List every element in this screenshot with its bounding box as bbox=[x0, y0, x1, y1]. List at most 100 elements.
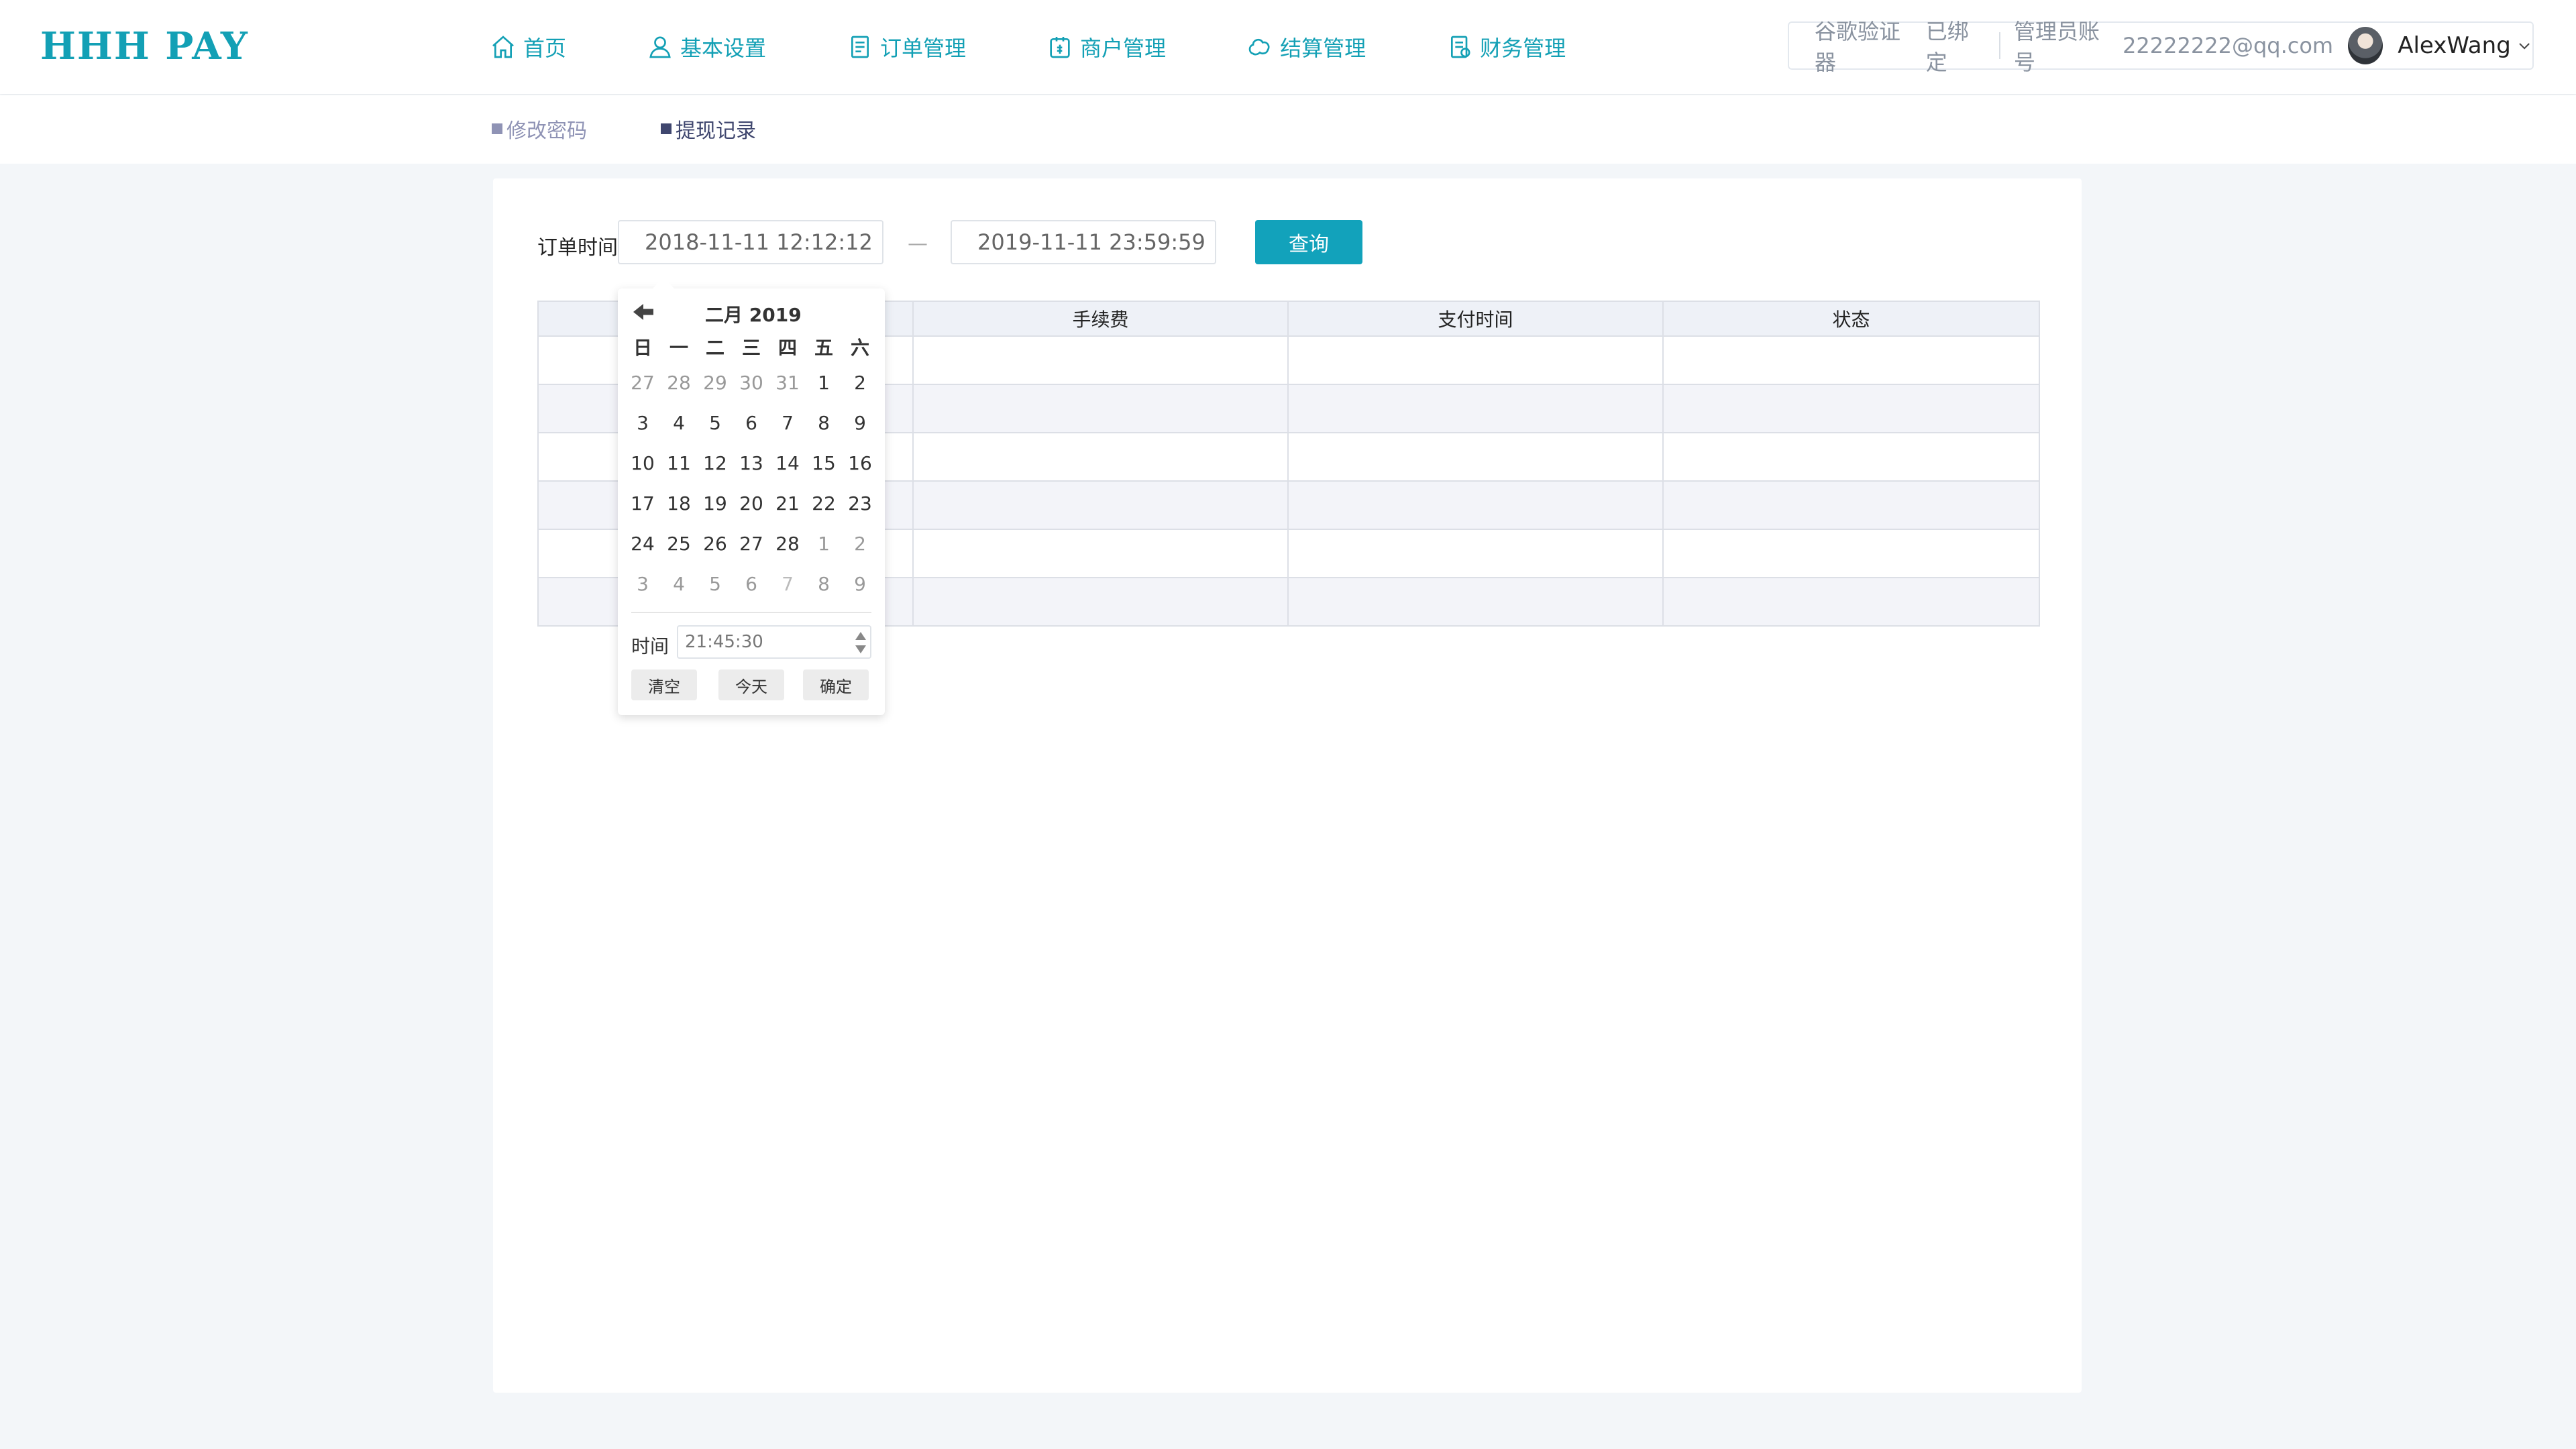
nav-item-home[interactable]: 首页 bbox=[490, 31, 566, 63]
calendar-day[interactable]: 2 bbox=[842, 533, 878, 555]
weekday-label: 六 bbox=[850, 337, 869, 359]
calendar-day[interactable]: 26 bbox=[697, 533, 733, 555]
calendar-day[interactable]: 6 bbox=[733, 412, 769, 434]
settlement-icon bbox=[1248, 38, 1270, 56]
time-spinner-icon[interactable] bbox=[854, 629, 867, 656]
calendar-day[interactable]: 16 bbox=[842, 452, 878, 474]
calendar-day[interactable]: 1 bbox=[806, 372, 842, 394]
table-cell bbox=[1289, 337, 1664, 384]
nav-label: 财务管理 bbox=[1480, 36, 1566, 61]
calendar-day[interactable]: 8 bbox=[806, 573, 842, 595]
clear-button[interactable]: 清空 bbox=[631, 669, 697, 700]
calendar-day[interactable]: 2 bbox=[842, 372, 878, 394]
calendar-day[interactable]: 6 bbox=[733, 573, 769, 595]
today-button[interactable]: 今天 bbox=[718, 669, 784, 700]
nav-item-basic-settings[interactable]: 基本设置 bbox=[647, 31, 766, 63]
user-info-box: 谷歌验证器 已绑定 管理员账号 22222222@qq.com AlexWang bbox=[1788, 19, 2534, 75]
calendar-day[interactable]: 27 bbox=[625, 372, 661, 394]
table-cell bbox=[1289, 578, 1664, 625]
subnav-label: 修改密码 bbox=[506, 119, 587, 143]
calendar-day[interactable]: 17 bbox=[625, 492, 661, 515]
subnav-change-password[interactable]: 修改密码 bbox=[492, 113, 587, 145]
confirm-button[interactable]: 确定 bbox=[803, 669, 869, 700]
table-cell bbox=[914, 337, 1289, 384]
calendar-day[interactable]: 30 bbox=[733, 372, 769, 394]
calendar-day[interactable]: 28 bbox=[661, 372, 697, 394]
calendar-week: 3 4 5 6 7 8 9 bbox=[625, 564, 878, 604]
top-header: HHH PAY 首页 基本设置 订单管理 商户管理 结算管理 财务管理 谷歌验证… bbox=[0, 0, 2576, 94]
column-header: 状态 bbox=[1832, 309, 1870, 331]
arrow-left-icon[interactable] bbox=[631, 302, 655, 322]
logo[interactable]: HHH PAY bbox=[40, 24, 249, 68]
calendar-day[interactable]: 13 bbox=[733, 452, 769, 474]
avatar[interactable] bbox=[2348, 27, 2383, 64]
calendar-day[interactable]: 9 bbox=[842, 412, 878, 434]
calendar-day[interactable]: 15 bbox=[806, 452, 842, 474]
calendar-day[interactable]: 24 bbox=[625, 533, 661, 555]
table-cell bbox=[1664, 482, 2039, 529]
calendar-day[interactable]: 3 bbox=[625, 412, 661, 434]
weekday-label: 日 bbox=[633, 337, 652, 359]
calendar-day[interactable]: 27 bbox=[733, 533, 769, 555]
table-cell bbox=[914, 530, 1289, 577]
table-cell bbox=[914, 482, 1289, 529]
subnav-withdraw-records[interactable]: 提现记录 bbox=[661, 113, 756, 145]
nav-label: 首页 bbox=[523, 36, 567, 61]
subnav-label: 提现记录 bbox=[676, 119, 756, 143]
calendar-day[interactable]: 4 bbox=[661, 573, 697, 595]
nav-item-merchant-management[interactable]: 商户管理 bbox=[1046, 31, 1166, 63]
calendar-day[interactable]: 31 bbox=[769, 372, 806, 394]
calendar-day[interactable]: 8 bbox=[806, 412, 842, 434]
calendar-day[interactable]: 28 bbox=[769, 533, 806, 555]
square-bullet-icon bbox=[492, 123, 502, 134]
nav-item-settlement-management[interactable]: 结算管理 bbox=[1246, 31, 1366, 63]
calendar-day[interactable]: 25 bbox=[661, 533, 697, 555]
admin-account-label: 管理员账号 bbox=[2014, 19, 2100, 75]
calendar-day[interactable]: 18 bbox=[661, 492, 697, 515]
calendar-day[interactable]: 29 bbox=[697, 372, 733, 394]
calendar-day[interactable]: 12 bbox=[697, 452, 733, 474]
calendar-day[interactable]: 5 bbox=[697, 412, 733, 434]
time-value: 21:45:30 bbox=[685, 632, 763, 652]
user-name[interactable]: AlexWang bbox=[2398, 32, 2511, 59]
chevron-down-icon[interactable] bbox=[2516, 37, 2532, 54]
column-header: 手续费 bbox=[914, 302, 1289, 335]
calendar-day[interactable]: 21 bbox=[769, 492, 806, 515]
end-date-input[interactable]: 2019-11-11 23:59:59 bbox=[951, 220, 1216, 264]
nav-item-order-management[interactable]: 订单管理 bbox=[847, 31, 966, 63]
calendar-day[interactable]: 19 bbox=[697, 492, 733, 515]
merchant-icon bbox=[1050, 37, 1070, 58]
calendar-day[interactable]: 5 bbox=[697, 573, 733, 595]
calendar-day[interactable]: 11 bbox=[661, 452, 697, 474]
calendar-day[interactable]: 22 bbox=[806, 492, 842, 515]
table-cell bbox=[1289, 433, 1664, 480]
calendar-day[interactable]: 20 bbox=[733, 492, 769, 515]
document-icon bbox=[851, 36, 869, 58]
calendar-day[interactable]: 10 bbox=[625, 452, 661, 474]
calendar-day[interactable]: 7 bbox=[769, 412, 806, 434]
calendar-day[interactable]: 23 bbox=[842, 492, 878, 515]
sub-nav: 修改密码 提现记录 bbox=[0, 95, 2576, 164]
calendar-day[interactable]: 4 bbox=[661, 412, 697, 434]
calendar-day[interactable]: 3 bbox=[625, 573, 661, 595]
square-bullet-icon bbox=[661, 123, 672, 134]
divider bbox=[631, 612, 871, 613]
home-icon bbox=[492, 36, 514, 58]
calendar-day[interactable]: 9 bbox=[842, 573, 878, 595]
calendar-week: 10 11 12 13 14 15 16 bbox=[625, 443, 878, 483]
table-cell bbox=[1289, 530, 1664, 577]
calendar-grid: 日 一 二 三 四 五 六 27 28 29 30 31 1 2 3 4 5 6… bbox=[625, 331, 878, 604]
weekday-label: 五 bbox=[814, 337, 833, 359]
table-cell bbox=[1664, 530, 2039, 577]
calendar-day[interactable]: 7 bbox=[769, 573, 806, 595]
table-cell bbox=[1289, 385, 1664, 432]
time-input[interactable]: 21:45:30 bbox=[677, 625, 871, 659]
calendar-day[interactable]: 14 bbox=[769, 452, 806, 474]
start-date-input[interactable]: 2018-11-11 12:12:12 bbox=[618, 220, 883, 264]
nav-item-finance-management[interactable]: 财务管理 bbox=[1446, 31, 1566, 63]
divider bbox=[1999, 32, 2001, 59]
table-cell bbox=[1664, 385, 2039, 432]
calendar-day[interactable]: 1 bbox=[806, 533, 842, 555]
time-label: 时间 bbox=[631, 635, 669, 657]
query-button[interactable]: 查询 bbox=[1255, 220, 1362, 264]
